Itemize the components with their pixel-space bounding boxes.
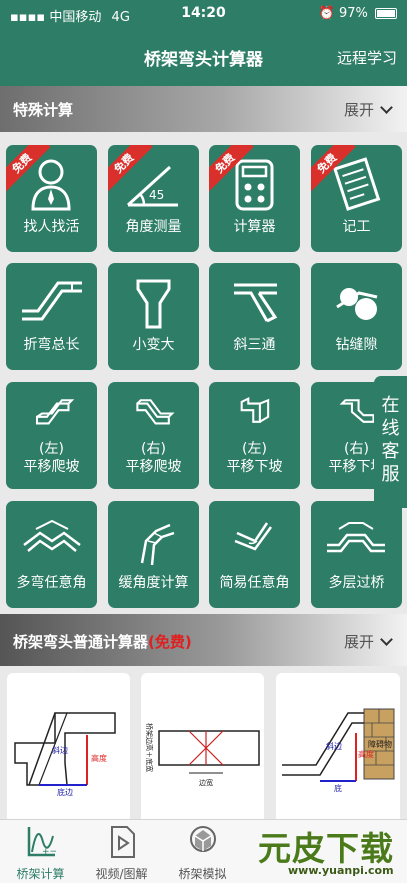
tile-left-shift-climb[interactable]: (左) 平移爬坡: [6, 382, 97, 489]
svg-text:高度: 高度: [91, 753, 107, 763]
watermark: 元皮下载 www.yuanpi.com: [250, 818, 407, 883]
special-section-title: 特殊计算: [13, 101, 74, 119]
obstacle-diagram: 斜边 底 高度 障碍物: [282, 708, 395, 793]
battery-icon: [375, 8, 397, 19]
gentle-angle-icon: [140, 523, 175, 566]
tile-label: 缓角度计算: [118, 575, 189, 591]
tile-oblique-tee[interactable]: 斜三通: [209, 263, 300, 370]
tile-label: 斜三通: [233, 337, 276, 353]
left-shift-down-icon: [240, 396, 270, 423]
bridge-icon: [327, 522, 385, 553]
tile-label: 简易任意角: [219, 575, 290, 591]
battery-percent: 97%: [338, 6, 368, 21]
tile-calculator[interactable]: 计算器 免费: [209, 145, 300, 252]
tile-label: 钻缝隙: [335, 337, 378, 353]
tile-bend-length[interactable]: 折弯总长: [6, 263, 97, 370]
tile-reducer[interactable]: 小变大: [108, 263, 199, 370]
tile-gentle-angle[interactable]: 缓角度计算: [108, 501, 199, 608]
tee-icon: [234, 283, 278, 323]
bend-length-icon: [22, 281, 82, 321]
tile-simple-angle[interactable]: 简易任意角: [209, 501, 300, 608]
tile-label: 找人找活: [23, 219, 80, 235]
svg-text:底: 底: [334, 783, 342, 793]
gap-icon: [336, 288, 378, 320]
tile-label: 记工: [342, 219, 371, 235]
normal-section-header: 桥架弯头普通计算器(免费) 展开: [0, 614, 407, 666]
chart-calc-icon: +−: [27, 827, 57, 857]
tile-worklog[interactable]: 记工 免费: [311, 145, 402, 252]
svg-text:障碍物: 障碍物: [368, 739, 392, 749]
offset-diagram: 桥架边高＋底宽 边宽: [145, 723, 260, 787]
tile-multi-bend[interactable]: 多弯任意角: [6, 501, 97, 608]
tab-tray-calc[interactable]: +− 桥架计算: [0, 820, 81, 883]
tab-label: 桥架计算: [16, 867, 65, 881]
tab-simulation[interactable]: 桥架模拟: [162, 820, 243, 883]
normal-section-title: 桥架弯头普通计算器(免费): [13, 633, 192, 651]
svg-text:桥架边高＋底宽: 桥架边高＋底宽: [145, 723, 154, 772]
status-bar: ▪▪▪▪ 中国移动 4G 14:20 ⏰ 97%: [0, 0, 407, 28]
watermark-url: www.yuanpi.com: [288, 864, 394, 877]
left-shift-climb-icon: [35, 399, 75, 425]
svg-text:+−: +−: [42, 847, 57, 857]
svg-text:底边: 底边: [57, 787, 73, 797]
remote-learning-button[interactable]: 远程学习: [337, 47, 397, 68]
tile-label: (左) 平移爬坡: [23, 441, 80, 475]
tile-label: 角度测量: [125, 219, 182, 235]
normal-section-expand[interactable]: 展开: [344, 631, 393, 652]
tile-label: 折弯总长: [23, 337, 80, 353]
tile-find-work[interactable]: 找人找活 免费: [6, 145, 97, 252]
free-tag: (免费): [148, 633, 192, 651]
tile-angle-measure[interactable]: 45 角度测量 免费: [108, 145, 199, 252]
tile-label: 多层过桥: [328, 575, 385, 591]
video-icon: [111, 826, 135, 858]
tile-label: (左) 平移下坡: [226, 441, 283, 475]
tile-label: 多弯任意角: [16, 575, 87, 591]
svg-text:斜边: 斜边: [326, 741, 342, 751]
tile-label: (右) 平移爬坡: [125, 441, 182, 475]
tile-multi-layer-bridge[interactable]: 多层过桥: [311, 501, 402, 608]
svg-text:斜边: 斜边: [52, 745, 68, 755]
simple-angle-icon: [234, 522, 273, 551]
alarm-icon: ⏰: [318, 6, 335, 21]
simulation-icon: [190, 826, 216, 852]
status-right: ⏰ 97%: [319, 6, 397, 21]
tab-video[interactable]: 视频/图解: [81, 820, 162, 883]
chevron-down-icon: [380, 633, 393, 646]
multi-bend-icon: [23, 519, 81, 552]
tile-left-shift-down[interactable]: (左) 平移下坡: [209, 382, 300, 489]
tab-label: 视频/图解: [95, 867, 148, 881]
tab-label: 桥架模拟: [178, 867, 227, 881]
tile-label: 计算器: [233, 219, 276, 235]
online-service-button[interactable]: 在线客服: [374, 376, 407, 508]
right-shift-climb-icon: [136, 399, 175, 425]
angle-text: 45: [149, 188, 164, 202]
calc-card-slope[interactable]: 斜边 底边 高度: [7, 673, 130, 823]
watermark-text: 元皮下载: [258, 829, 394, 868]
calc-card-obstacle[interactable]: 斜边 底 高度 障碍物: [276, 673, 400, 823]
nav-bar: 桥架弯头计算器 远程学习: [0, 28, 407, 86]
tile-drill-gap[interactable]: 钻缝隙: [311, 263, 402, 370]
svg-text:高度: 高度: [358, 749, 374, 759]
reducer-icon: [136, 279, 171, 329]
tile-label: 小变大: [132, 337, 175, 353]
tile-right-shift-climb[interactable]: (右) 平移爬坡: [108, 382, 199, 489]
special-section-expand[interactable]: 展开: [344, 99, 393, 120]
calc-card-offset[interactable]: 桥架边高＋底宽 边宽: [141, 673, 264, 823]
svg-text:边宽: 边宽: [199, 778, 213, 787]
special-section-header: 特殊计算 展开: [0, 86, 407, 132]
chevron-down-icon: [380, 101, 393, 114]
slope-diagram: 斜边 底边 高度: [14, 712, 116, 797]
